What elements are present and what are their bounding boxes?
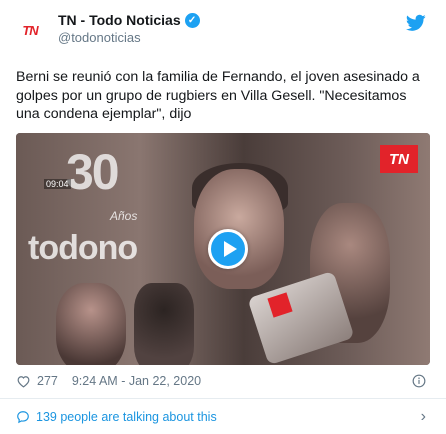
- video-subject-face: [194, 169, 284, 289]
- twitter-bird-icon[interactable]: [406, 14, 426, 32]
- channel-corner-logo: TN: [380, 145, 418, 173]
- video-person-left: [56, 283, 126, 365]
- banner-time: 09:04: [44, 179, 71, 189]
- author-name[interactable]: TN - Todo Noticias: [58, 12, 181, 28]
- chevron-right-icon[interactable]: ›: [421, 408, 426, 426]
- banner-subtitle: Años: [110, 209, 138, 223]
- conversation-link[interactable]: 139 people are talking about this: [16, 410, 217, 424]
- tweet-embed: TN TN - Todo Noticias ✓ @todonoticias Be…: [0, 0, 446, 434]
- video-cameraman: [134, 283, 194, 365]
- tweet-timestamp[interactable]: 9:24 AM - Jan 22, 2020: [72, 374, 201, 388]
- banner-number: 30: [66, 144, 120, 200]
- author-handle[interactable]: @todonoticias: [58, 30, 141, 45]
- play-icon: [223, 241, 237, 257]
- author-row: TN - Todo Noticias ✓: [58, 12, 200, 28]
- like-count[interactable]: 277: [37, 374, 58, 388]
- play-button[interactable]: [208, 229, 248, 269]
- avatar[interactable]: TN: [16, 16, 44, 44]
- video-thumbnail[interactable]: 30 09:04 Años todono TN: [16, 133, 430, 365]
- divider: [0, 398, 446, 399]
- anniversary-banner: 30 09:04 Años: [26, 137, 176, 223]
- tweet-meta: 277 9:24 AM - Jan 22, 2020: [16, 374, 201, 388]
- channel-watermark: todono: [28, 229, 138, 267]
- tweet-text: Berni se reunió con la familia de Fernan…: [16, 69, 420, 122]
- heart-icon[interactable]: [16, 375, 31, 388]
- talking-count-text: 139 people are talking about this: [36, 410, 217, 424]
- info-icon[interactable]: [412, 374, 426, 388]
- verified-badge-icon: ✓: [184, 12, 200, 28]
- speech-bubble-icon: [17, 411, 29, 424]
- tn-logo: TN: [22, 22, 38, 38]
